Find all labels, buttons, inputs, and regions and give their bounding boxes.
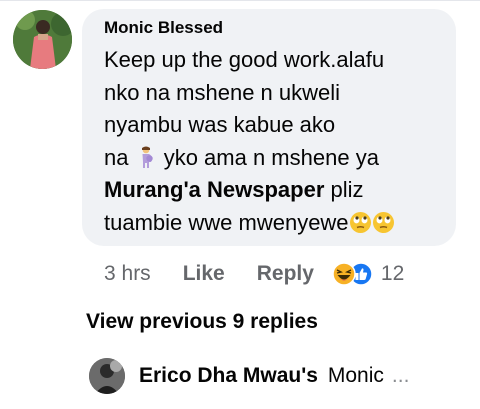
comment-author[interactable]: Monic Blessed [104, 18, 223, 38]
face-with-rolling-eyes-emoji [349, 211, 372, 234]
comment-line: nyambu was kabue ako [104, 112, 336, 137]
comment-actions: 3 hrs Like Reply 12 [104, 260, 404, 288]
view-previous-replies-link[interactable]: View previous 9 replies [86, 310, 318, 334]
comment-line: pliz [324, 177, 364, 202]
comment-thread: Monic Blessed Keep up the good work.alaf… [0, 0, 480, 409]
comment-timestamp[interactable]: 3 hrs [104, 262, 151, 286]
comment-line: tuambie wwe mwenyewe [104, 209, 349, 235]
reaction-count[interactable]: 12 [381, 262, 404, 286]
comment-line: na [104, 144, 135, 170]
haha-reaction-icon [332, 262, 356, 286]
reply-snippet: Monic [327, 364, 384, 387]
like-button[interactable]: Like [183, 262, 225, 286]
avatar[interactable] [13, 10, 72, 69]
mention-link[interactable]: Murang'a Newspaper [104, 177, 324, 202]
reply-author[interactable]: Erico Dha Mwau's [139, 364, 318, 388]
face-with-rolling-eyes-emoji [372, 211, 395, 234]
avatar[interactable] [89, 358, 125, 394]
comment-text: Keep up the good work.alafu nko na mshen… [104, 44, 449, 239]
comment-line: yko ama n mshene ya [157, 144, 379, 170]
reply-button[interactable]: Reply [257, 262, 314, 286]
pregnant-woman-emoji [135, 146, 158, 169]
reply-ellipsis: ... [391, 364, 410, 387]
reactions-summary[interactable] [332, 262, 373, 286]
reply-preview[interactable]: Erico Dha Mwau's Monic ... [89, 356, 409, 396]
comment-line: Keep up the good work.alafu [104, 47, 385, 72]
divider [0, 0, 480, 1]
comment-line: nko na mshene n ukweli [104, 79, 341, 105]
